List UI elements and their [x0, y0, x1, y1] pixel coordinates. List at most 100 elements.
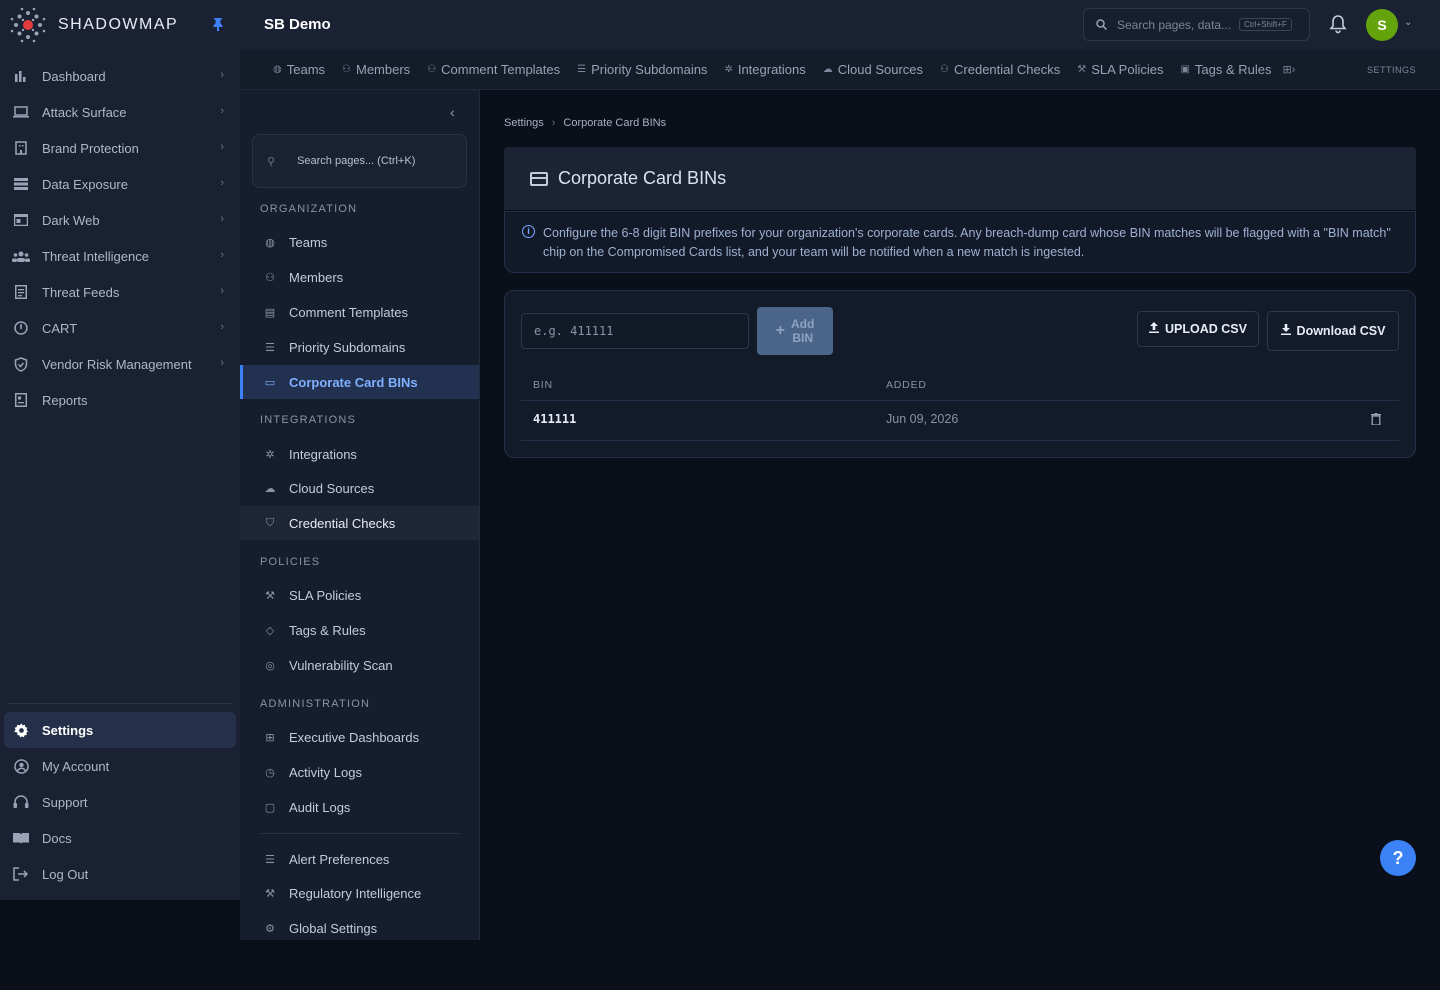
add-bin-button[interactable]: + Add BIN [757, 307, 833, 355]
nav-reports[interactable]: Reports [0, 382, 240, 418]
nav-brand-protection[interactable]: Brand Protection › [0, 130, 240, 166]
top-bar: SB Demo Search pages, data... Ctrl+Shift… [240, 0, 1440, 50]
page-title: Corporate Card BINs [558, 168, 727, 188]
chevron-down-icon[interactable]: ⌄ [1404, 17, 1412, 28]
subnav-regulatory-intelligence[interactable]: ⚒ Regulatory Intelligence [240, 876, 479, 910]
tab-credential-checks[interactable]: ⚇ Credential Checks [940, 62, 1060, 77]
nav-attack-surface[interactable]: Attack Surface › [0, 94, 240, 130]
feed-icon [12, 283, 30, 301]
subnav-label: Alert Preferences [289, 851, 390, 867]
column-header-added: ADDED [886, 379, 927, 391]
breadcrumb-settings[interactable]: Settings [504, 117, 544, 129]
tab-members[interactable]: ⚇ Members [342, 62, 410, 77]
nav-cart[interactable]: CART › [0, 310, 240, 346]
trash-icon[interactable] [1371, 413, 1381, 425]
scan-icon: ◎ [265, 659, 275, 672]
tab-label: SLA Policies [1091, 62, 1164, 77]
nav-threat-feeds[interactable]: Threat Feeds › [0, 274, 240, 310]
subnav-alert-preferences[interactable]: ☰ Alert Preferences [240, 842, 479, 876]
nav-support[interactable]: Support [0, 784, 240, 820]
subnav-cloud-sources[interactable]: ☁ Cloud Sources [240, 471, 479, 505]
subnav-sla-policies[interactable]: ⚒ SLA Policies [240, 578, 479, 612]
info-icon: i [522, 225, 535, 238]
chevron-right-icon: › [220, 357, 224, 369]
nav-my-account[interactable]: My Account [0, 748, 240, 784]
chevron-right-icon: › [220, 285, 224, 297]
nav-label: Settings [42, 722, 94, 738]
search-icon [1096, 19, 1107, 30]
subnav-audit-logs[interactable]: ▢ Audit Logs [240, 790, 479, 824]
chevron-right-icon: › [220, 249, 224, 261]
bell-icon[interactable] [1329, 14, 1347, 34]
subnav-members[interactable]: ⚇ Members [240, 260, 479, 294]
list-icon: ☰ [577, 64, 587, 75]
subnav-comment-templates[interactable]: ▤ Comment Templates [240, 295, 479, 329]
subnav-tags-rules[interactable]: ◇ Tags & Rules [240, 613, 479, 647]
chevron-right-icon: › [220, 213, 224, 225]
more-tabs-icon[interactable]: ⊞› [1283, 63, 1296, 76]
tab-integrations[interactable]: ✲ Integrations [724, 62, 805, 77]
pin-icon[interactable] [212, 17, 226, 31]
tab-cloud-sources[interactable]: ☁ Cloud Sources [823, 62, 923, 77]
tab-priority-subdomains[interactable]: ☰ Priority Subdomains [577, 62, 707, 77]
account-icon [12, 757, 30, 775]
upload-icon [1149, 322, 1160, 336]
bin-input[interactable]: e.g. 411111 [521, 313, 749, 349]
nav-dashboard[interactable]: Dashboard › [0, 58, 240, 94]
search-icon: ⚲ [267, 155, 276, 168]
tab-tags-rules[interactable]: ▣ Tags & Rules [1180, 62, 1271, 77]
subnav-credential-checks[interactable]: ⛉ Credential Checks [240, 506, 479, 540]
upload-csv-button[interactable]: UPLOAD CSV [1137, 311, 1259, 347]
subnav-vulnerability-scan[interactable]: ◎ Vulnerability Scan [240, 648, 479, 682]
cell-added: Jun 09, 2026 [886, 412, 959, 426]
subnav-executive-dashboards[interactable]: ⊞ Executive Dashboards [240, 720, 479, 754]
shield-icon [12, 355, 30, 373]
global-search-input[interactable]: Search pages, data... Ctrl+Shift+F [1083, 8, 1310, 41]
credential-icon: ⚇ [940, 64, 950, 75]
nav-label: Brand Protection [42, 140, 139, 156]
sidebar-divider [8, 703, 232, 704]
subnav-label: Integrations [289, 446, 357, 462]
tab-teams[interactable]: ◍ Teams [273, 62, 325, 77]
subnav-global-settings[interactable]: ⚙ Global Settings [240, 911, 479, 945]
avatar[interactable]: S [1366, 9, 1398, 41]
subnav-teams[interactable]: ◍ Teams [240, 225, 479, 259]
laptop-icon [12, 103, 30, 121]
tab-sla-policies[interactable]: ⚒ SLA Policies [1077, 62, 1163, 77]
add-label-line2: BIN [792, 331, 813, 345]
subnav-search-input[interactable]: ⚲ Search pages... (Ctrl+K) [252, 134, 467, 188]
primary-nav: Dashboard › Attack Surface › Brand Prote… [0, 58, 240, 418]
nav-vendor-risk[interactable]: Vendor Risk Management › [0, 346, 240, 382]
section-administration: ADMINISTRATION [260, 698, 371, 710]
members-icon: ⚇ [265, 271, 275, 284]
nav-label: Dashboard [42, 68, 106, 84]
sliders-icon: ☰ [265, 853, 275, 866]
column-header-bin: BIN [533, 379, 553, 391]
teams-icon: ◍ [273, 64, 282, 75]
secondary-nav: Settings My Account Support Docs Log Out [0, 712, 240, 892]
nav-label: Support [42, 794, 88, 810]
subnav-activity-logs[interactable]: ◷ Activity Logs [240, 755, 479, 789]
download-csv-button[interactable]: Download CSV [1267, 311, 1399, 351]
subnav-corporate-card-bins[interactable]: ▭ Corporate Card BINs [240, 365, 479, 399]
shadowmap-logo-icon [10, 7, 46, 43]
nav-docs[interactable]: Docs [0, 820, 240, 856]
nav-settings[interactable]: Settings [4, 712, 236, 748]
tab-comment-templates[interactable]: ⚇ Comment Templates [427, 62, 560, 77]
nav-data-exposure[interactable]: Data Exposure › [0, 166, 240, 202]
subnav-integrations[interactable]: ✲ Integrations [240, 437, 479, 471]
bar-chart-icon [12, 67, 30, 85]
collapse-chevron-icon[interactable]: ‹ [450, 104, 455, 120]
tab-label: Tags & Rules [1194, 62, 1272, 77]
nav-dark-web[interactable]: Dark Web › [0, 202, 240, 238]
subnav-priority-subdomains[interactable]: ☰ Priority Subdomains [240, 330, 479, 364]
book-icon [12, 829, 30, 847]
help-button[interactable]: ? [1380, 840, 1416, 876]
logo[interactable]: SHADOWMAP [8, 4, 178, 46]
tab-label: Integrations [737, 62, 806, 77]
tag-icon: ▣ [1180, 64, 1190, 75]
nav-log-out[interactable]: Log Out [0, 856, 240, 892]
nav-threat-intelligence[interactable]: Threat Intelligence › [0, 238, 240, 274]
list-icon: ☰ [265, 341, 275, 354]
shield-check-icon: ⛉ [265, 516, 275, 529]
